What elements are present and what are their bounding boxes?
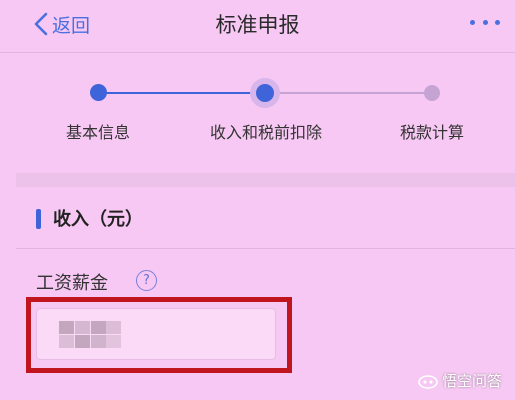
more-dot <box>495 20 500 25</box>
salary-input[interactable] <box>36 308 276 360</box>
salary-field-label: 工资薪金 <box>36 273 108 294</box>
step-label-tax-calculation: 税款计算 <box>399 123 465 142</box>
step-connector-pending <box>265 92 432 94</box>
step-dot-income-deduction <box>256 84 274 102</box>
more-options-icon[interactable] <box>470 18 500 28</box>
section-accent-bar <box>36 209 41 229</box>
help-icon[interactable]: ? <box>136 270 157 291</box>
income-section-header: 收入（元） <box>0 188 515 248</box>
watermark-text: 悟空问答 <box>442 372 503 390</box>
section-separator <box>16 173 515 187</box>
section-divider <box>16 248 515 249</box>
watermark: 悟空问答 <box>418 370 502 391</box>
step-label-basic-info: 基本信息 <box>65 123 131 142</box>
progress-stepper: 基本信息 收入和税前扣除 税款计算 <box>0 53 515 173</box>
step-label-income-deduction: 收入和税前扣除 <box>209 123 323 142</box>
more-dot <box>482 20 488 25</box>
step-connector-completed <box>99 92 265 94</box>
page-title: 标准申报 <box>215 13 300 37</box>
blurred-value <box>59 321 121 349</box>
section-title: 收入（元） <box>53 209 143 230</box>
step-dot-basic-info <box>90 84 107 101</box>
step-dot-tax-calculation <box>424 85 440 101</box>
more-dot <box>470 20 475 25</box>
watermark-logo-icon <box>418 374 438 389</box>
navigation-bar: 返回 标准申报 <box>0 0 515 52</box>
